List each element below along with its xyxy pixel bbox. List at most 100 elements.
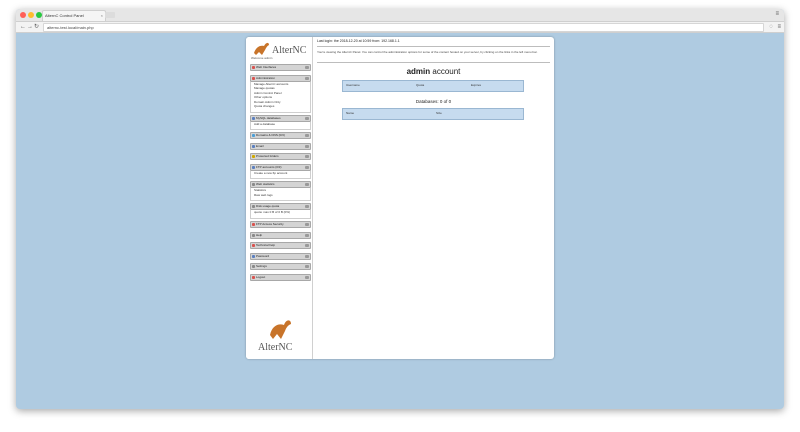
sidebar-section-label: Logout [256, 274, 266, 279]
sidebar-section-items: Manage AlternC accounts Manage quotas Admi… [250, 81, 311, 113]
notice-divider [317, 62, 550, 63]
section-icon [252, 76, 255, 80]
collapse-arrow-icon[interactable] [305, 233, 309, 237]
section-icon [252, 233, 255, 237]
welcome-notice: You're viewing the AlternC Panel. You ca… [317, 50, 538, 54]
sidebar-section-2[interactable]: MySQL databases [250, 114, 311, 122]
account-table: Username Quota Expires [342, 80, 524, 92]
last-login: Last login: the 2018-12-20 at 10:59 from… [317, 39, 400, 43]
sidebar-link[interactable]: Raw web logs [251, 193, 310, 198]
sidebar-section-label: Password [256, 253, 270, 258]
sidebar-section-0[interactable]: Web Interfaces [250, 64, 311, 71]
sidebar-section-label: Email [256, 143, 264, 148]
reload-icon[interactable]: ↻ [34, 23, 39, 31]
browser-tab-title: AlternC Control Panel [45, 13, 84, 18]
db-col-size: Size [436, 111, 442, 115]
databases-table: Name Size [342, 108, 524, 120]
new-tab-button[interactable] [105, 12, 115, 18]
section-icon [252, 254, 255, 258]
sidebar-section-6[interactable]: FTP accounts (0/3) [250, 163, 311, 171]
logo-bottom-text: AlterNC [258, 342, 293, 353]
account-col-expires: Expires [471, 83, 482, 87]
db-col-name: Name [346, 111, 355, 115]
sidebar-section-items: Create a new ftp account [250, 170, 311, 180]
section-icon [252, 66, 255, 69]
section-icon [252, 222, 255, 226]
sidebar-link[interactable]: Create a new ftp account [251, 171, 310, 176]
section-icon [252, 134, 255, 138]
collapse-arrow-icon[interactable] [305, 265, 309, 269]
alternc-logo: AlterNC [254, 42, 307, 56]
sidebar-section-4[interactable]: Email [250, 142, 311, 150]
collapse-arrow-icon[interactable] [305, 155, 309, 159]
top-divider [317, 46, 550, 47]
sidebar: AlterNC Welcome admin Web Interfaces Admi… [246, 37, 313, 359]
sidebar-section-1[interactable]: Administration [250, 74, 311, 82]
section-icon [252, 205, 255, 209]
sidebar-section-9[interactable]: FTP Access Security [250, 220, 311, 228]
minimize-window-button[interactable] [28, 12, 34, 18]
sidebar-section-label: Disk usage quota [256, 204, 280, 209]
alternc-page: AlterNC Welcome admin Web Interfaces Admi… [246, 37, 554, 359]
sidebar-link[interactable]: Quota changes [251, 104, 310, 109]
section-icon [252, 265, 255, 269]
sidebar-section-11[interactable]: Technical help [250, 242, 311, 250]
account-col-username: Username [346, 83, 360, 87]
section-icon [252, 165, 255, 169]
sidebar-section-label: Web Interfaces [256, 65, 277, 69]
sidebar-section-12[interactable]: Password [250, 252, 311, 260]
forward-icon[interactable]: → [27, 23, 33, 31]
sidebar-section-label: FTP Access Security [256, 221, 284, 226]
collapse-arrow-icon[interactable] [305, 134, 309, 138]
collapse-arrow-icon[interactable] [305, 183, 309, 187]
account-suffix: account [432, 67, 461, 76]
main-content: Last login: the 2018-12-20 at 10:59 from… [313, 37, 554, 359]
browser-tab[interactable]: AlternC Control Panel × [42, 10, 106, 21]
back-icon[interactable]: ← [20, 23, 26, 31]
sidebar-section-13[interactable]: Settings [250, 263, 311, 271]
sidebar-section-3[interactable]: Domains & DNS (0/3) [250, 132, 311, 140]
sidebar-section-10[interactable]: Help [250, 231, 311, 239]
sidebar-section-14[interactable]: Logout [250, 273, 311, 281]
collapse-arrow-icon[interactable] [305, 205, 309, 209]
extension-icon[interactable]: ◌ [769, 23, 773, 31]
section-icon [252, 244, 255, 248]
section-icon [252, 183, 255, 187]
collapse-arrow-icon[interactable] [305, 76, 309, 80]
account-title: admin account [313, 67, 554, 76]
welcome-text: Welcome admin [251, 56, 273, 60]
browser-toolbar: ← → ↻ alternc-test.local/main.php ◌ ≡ [16, 22, 784, 33]
logo-text: AlterNC [272, 45, 307, 56]
account-col-quota: Quota [416, 83, 425, 87]
sidebar-section-5[interactable]: Protected folders [250, 153, 311, 161]
sidebar-section-8[interactable]: Disk usage quota [250, 203, 311, 211]
collapse-arrow-icon[interactable] [305, 116, 309, 120]
collapse-arrow-icon[interactable] [305, 165, 309, 169]
hamburger-icon[interactable]: ≡ [777, 23, 781, 31]
databases-title: Databases: 0 of 0 [415, 99, 452, 104]
sidebar-section-label: Settings [256, 264, 267, 269]
sidebar-section-7[interactable]: Web statistics [250, 181, 311, 189]
sidebar-section-label: Help [256, 232, 263, 237]
tab-close-icon[interactable]: × [101, 11, 103, 21]
sidebar-section-label: Administration [256, 75, 276, 80]
browser-menu-icon[interactable]: ≡ [775, 11, 779, 17]
sidebar-section-label: Domains & DNS (0/3) [256, 133, 285, 138]
sidebar-link[interactable]: Add a database [251, 122, 310, 127]
collapse-arrow-icon[interactable] [305, 222, 309, 226]
collapse-arrow-icon[interactable] [305, 275, 309, 279]
collapse-arrow-icon[interactable] [305, 254, 309, 258]
section-icon [252, 155, 255, 159]
address-bar[interactable]: alternc-test.local/main.php [43, 23, 764, 32]
account-user: admin [406, 67, 431, 76]
close-window-button[interactable] [20, 12, 26, 18]
sidebar-section-items: quota: max 0 B of 0 B (0%) [250, 210, 311, 219]
sidebar-link[interactable]: quota: max 0 B of 0 B (0%) [251, 210, 310, 215]
section-icon [252, 144, 255, 148]
collapse-arrow-icon[interactable] [305, 144, 309, 148]
collapse-arrow-icon[interactable] [305, 244, 309, 248]
collapse-arrow-icon[interactable] [305, 66, 309, 69]
section-icon [252, 116, 255, 120]
sidebar-section-items: Add a database [250, 121, 311, 131]
sidebar-section-items: Statistics Raw web logs [250, 188, 311, 202]
